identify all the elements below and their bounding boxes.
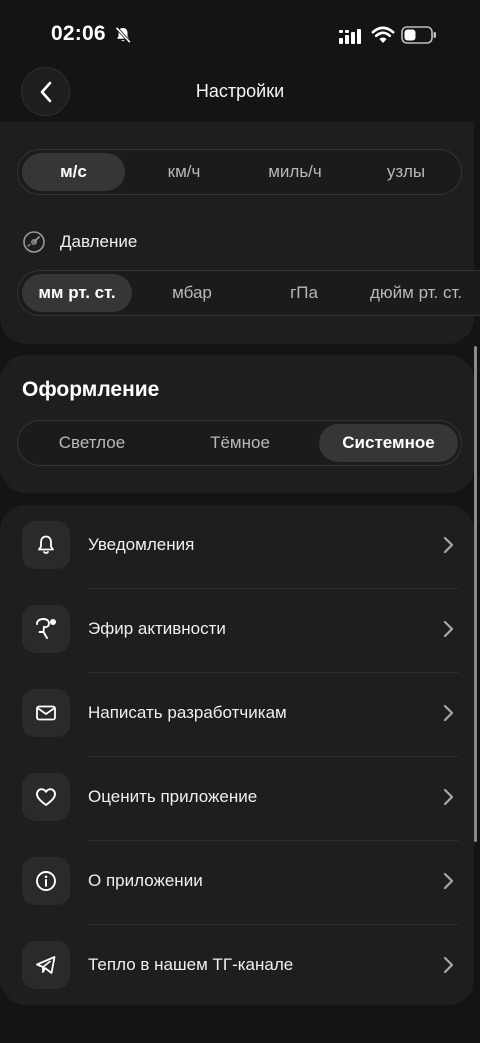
cellular-signal-icon bbox=[339, 29, 361, 44]
theme-segmented-control: Светлое Тёмное Системное bbox=[17, 420, 462, 466]
menu-icon-box bbox=[22, 857, 70, 905]
menu-item-activity-broadcast[interactable]: Эфир активности bbox=[0, 589, 474, 673]
wind-unit-knots[interactable]: узлы bbox=[354, 153, 458, 191]
pressure-label: Давление bbox=[60, 232, 138, 251]
menu-item-label: Написать разработчикам bbox=[88, 703, 287, 722]
wind-unit-ms[interactable]: м/с bbox=[22, 153, 125, 191]
theme-option-light[interactable]: Светлое bbox=[22, 424, 162, 462]
settings-screen: 02:06 Настройки м/с км/ч миль/ч узлы Дав… bbox=[0, 0, 480, 1043]
battery-icon bbox=[401, 26, 436, 44]
page-title: Настройки bbox=[195, 81, 285, 101]
menu-item-rate-app[interactable]: Оценить приложение bbox=[0, 757, 474, 841]
menu-item-label: Эфир активности bbox=[88, 619, 226, 638]
telegram-icon bbox=[36, 956, 56, 974]
chevron-right-icon bbox=[443, 536, 454, 554]
pressure-unit-mmhg[interactable]: мм рт. ст. bbox=[22, 274, 132, 312]
activity-broadcast-icon bbox=[36, 618, 56, 639]
mail-icon bbox=[36, 705, 56, 721]
menu-item-label: Оценить приложение bbox=[88, 787, 258, 806]
units-card: м/с км/ч миль/ч узлы Давление мм рт. ст.… bbox=[0, 122, 480, 344]
bell-icon bbox=[38, 535, 54, 554]
chevron-right-icon bbox=[443, 872, 454, 890]
menu-item-notifications[interactable]: Уведомления bbox=[0, 505, 474, 589]
pressure-unit-inhg[interactable]: дюйм рт. ст. bbox=[370, 274, 480, 312]
wifi-icon bbox=[371, 26, 395, 43]
menu-item-contact-developers[interactable]: Написать разработчикам bbox=[0, 673, 474, 757]
appearance-card: Оформление Светлое Тёмное Системное bbox=[0, 355, 474, 493]
chevron-right-icon bbox=[443, 788, 454, 806]
pressure-gauge-icon bbox=[23, 231, 45, 253]
chevron-right-icon bbox=[443, 620, 454, 638]
menu-icon-box bbox=[22, 773, 70, 821]
wind-units-segmented-control: м/с км/ч миль/ч узлы bbox=[17, 149, 462, 195]
scrollbar[interactable] bbox=[474, 346, 477, 842]
status-time: 02:06 bbox=[51, 22, 106, 45]
theme-option-dark[interactable]: Тёмное bbox=[170, 424, 310, 462]
pressure-row: Давление bbox=[22, 230, 137, 254]
pressure-units-segmented-control: мм рт. ст. мбар гПа дюйм рт. ст. bbox=[17, 270, 480, 316]
menu-item-about[interactable]: О приложении bbox=[0, 841, 474, 925]
menu-item-label: Тепло в нашем ТГ-канале bbox=[88, 955, 294, 974]
menu-card: Уведомления Эфир активности Написать раз… bbox=[0, 505, 474, 1005]
menu-icon-box bbox=[22, 941, 70, 989]
menu-item-label: О приложении bbox=[88, 871, 203, 890]
chevron-right-icon bbox=[443, 956, 454, 974]
heart-icon bbox=[36, 788, 56, 806]
theme-option-system[interactable]: Системное bbox=[319, 424, 458, 462]
status-bar: 02:06 bbox=[0, 0, 480, 68]
info-icon bbox=[36, 871, 56, 891]
wind-unit-kmh[interactable]: км/ч bbox=[132, 153, 236, 191]
wind-unit-mph[interactable]: миль/ч bbox=[240, 153, 350, 191]
menu-icon-box bbox=[22, 521, 70, 569]
menu-icon-box bbox=[22, 689, 70, 737]
menu-icon-box bbox=[22, 605, 70, 653]
pressure-unit-hpa[interactable]: гПа bbox=[254, 274, 354, 312]
appearance-title: Оформление bbox=[22, 378, 160, 401]
bell-off-icon bbox=[115, 26, 131, 44]
pressure-unit-mbar[interactable]: мбар bbox=[142, 274, 242, 312]
chevron-right-icon bbox=[443, 704, 454, 722]
menu-item-telegram-channel[interactable]: Тепло в нашем ТГ-канале bbox=[0, 925, 474, 1009]
menu-item-label: Уведомления bbox=[88, 535, 195, 554]
